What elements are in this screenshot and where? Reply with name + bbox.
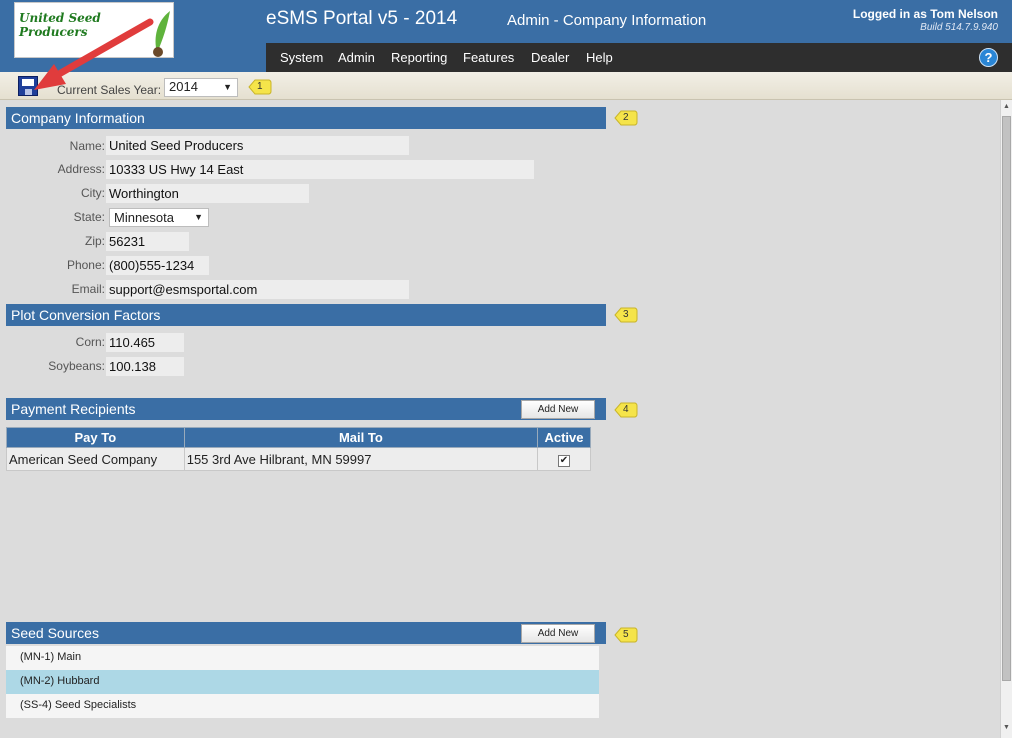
column-header-active[interactable]: Active (537, 427, 591, 448)
menu-dealer[interactable]: Dealer (531, 50, 569, 65)
step-badge-5: 5 (614, 627, 638, 643)
state-value: Minnesota (114, 210, 174, 225)
city-field[interactable]: Worthington (106, 184, 309, 203)
sales-year-label: Current Sales Year: (57, 83, 162, 97)
name-label: Name: (69, 139, 105, 153)
main-menu: System Admin Reporting Features Dealer H… (266, 43, 1012, 72)
city-label: City: (81, 186, 105, 200)
list-item-selected[interactable]: (MN-2) Hubbard (6, 670, 599, 694)
seed-sources-list: (MN-1) Main (MN-2) Hubbard (SS-4) Seed S… (6, 646, 599, 718)
active-cell: ✔ (537, 447, 591, 471)
state-label: State: (73, 210, 105, 224)
logged-in-user: Logged in as Tom Nelson (852, 7, 998, 21)
sales-year-value: 2014 (169, 79, 198, 94)
user-info: Logged in as Tom Nelson Build 514.7.9.94… (853, 7, 998, 33)
menu-features[interactable]: Features (463, 50, 514, 65)
phone-label: Phone: (66, 258, 105, 272)
table-header-row: Pay To Mail To Active (6, 427, 591, 448)
section-title: Payment Recipients (11, 401, 136, 417)
email-label: Email: (71, 282, 105, 296)
chevron-down-icon: ▼ (194, 212, 203, 222)
section-payment-recipients: Payment Recipients (6, 398, 606, 420)
step-badge-4: 4 (614, 402, 638, 418)
section-title: Seed Sources (11, 625, 99, 641)
column-header-mail-to[interactable]: Mail To (183, 427, 539, 448)
address-label: Address: (57, 162, 105, 176)
scroll-up-icon[interactable]: ▲ (1003, 103, 1010, 110)
app-title: eSMS Portal v5 - 2014 (266, 8, 458, 29)
menu-reporting[interactable]: Reporting (391, 50, 447, 65)
active-checkbox[interactable]: ✔ (558, 455, 570, 467)
pay-to-cell[interactable]: American Seed Company (6, 447, 185, 471)
toolbar: Current Sales Year: 2014 ▼ 1 (0, 72, 1012, 100)
step-badge-1: 1 (248, 79, 272, 95)
corn-field[interactable]: 110.465 (106, 333, 184, 352)
section-title: Plot Conversion Factors (11, 307, 161, 323)
scroll-thumb[interactable] (1002, 116, 1011, 681)
email-field[interactable]: support@esmsportal.com (106, 280, 409, 299)
chevron-down-icon: ▼ (223, 82, 232, 92)
section-seed-sources: Seed Sources (6, 622, 606, 644)
sales-year-select[interactable]: 2014 ▼ (164, 78, 238, 97)
corn-label: Corn: (75, 335, 105, 349)
address-field[interactable]: 10333 US Hwy 14 East (106, 160, 534, 179)
leaf-icon (153, 11, 170, 57)
payment-recipients-table: Pay To Mail To Active American Seed Comp… (6, 427, 591, 471)
table-row[interactable]: American Seed Company 155 3rd Ave Hilbra… (6, 447, 591, 471)
page-title: Admin - Company Information (507, 12, 707, 29)
mail-to-cell[interactable]: 155 3rd Ave Hilbrant, MN 59997 (183, 447, 539, 471)
section-title: Company Information (11, 110, 145, 126)
menu-help[interactable]: Help (586, 50, 613, 65)
menu-system[interactable]: System (280, 50, 323, 65)
step-badge-2: 2 (614, 110, 638, 126)
list-item[interactable]: (SS-4) Seed Specialists (6, 694, 599, 718)
help-icon[interactable]: ? (979, 48, 998, 67)
name-field[interactable]: United Seed Producers (106, 136, 409, 155)
zip-field[interactable]: 56231 (106, 232, 189, 251)
section-company-information: Company Information (6, 107, 606, 129)
step-badge-3: 3 (614, 307, 638, 323)
logo[interactable]: United Seed Producers (14, 2, 174, 58)
section-plot-conversion-factors: Plot Conversion Factors (6, 304, 606, 326)
build-number: Build 514.7.9.940 (920, 22, 998, 33)
vertical-scrollbar[interactable]: ▲ ▼ (1000, 100, 1012, 738)
menu-admin[interactable]: Admin (338, 50, 375, 65)
soybeans-field[interactable]: 100.138 (106, 357, 184, 376)
add-payment-recipient-button[interactable]: Add New (521, 400, 595, 419)
column-header-pay-to[interactable]: Pay To (6, 427, 185, 448)
scroll-down-icon[interactable]: ▼ (1003, 724, 1010, 731)
soybeans-label: Soybeans: (48, 359, 105, 373)
state-select[interactable]: Minnesota ▼ (109, 208, 209, 227)
zip-label: Zip: (84, 234, 105, 248)
save-icon[interactable] (18, 76, 38, 96)
list-item[interactable]: (MN-1) Main (6, 646, 599, 670)
phone-field[interactable]: (800)555-1234 (106, 256, 209, 275)
add-seed-source-button[interactable]: Add New (521, 624, 595, 643)
